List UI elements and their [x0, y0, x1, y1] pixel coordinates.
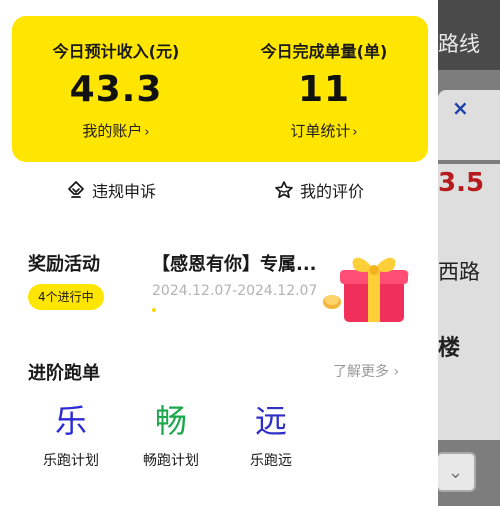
orders-value: 11 — [297, 69, 351, 110]
star-icon — [275, 181, 293, 199]
background-building-name: 楼 — [438, 336, 461, 361]
advanced-plan-changpao[interactable]: 畅 畅跑计划 — [126, 400, 216, 480]
active-count-badge: 4个进行中 — [28, 284, 104, 310]
lepaoyuan-plan-label: 乐跑远 — [250, 453, 292, 469]
background-price: 3.5 — [438, 168, 485, 198]
background-road-name: 西路 — [438, 260, 480, 284]
gift-box-icon — [323, 257, 409, 322]
chevron-right-icon: › — [144, 125, 150, 140]
advanced-plan-lepaoyuan[interactable]: 远 乐跑远 — [226, 400, 316, 480]
advanced-plan-lepao[interactable]: 乐 乐跑计划 — [26, 400, 116, 480]
chevron-down-icon: ⌄ — [448, 462, 464, 483]
activity-name: 【感恩有你】专属... — [152, 254, 317, 275]
carousel-indicator — [152, 308, 156, 312]
background-price-row: 3.5 — [438, 164, 500, 226]
lepao-plan-icon: 乐 — [54, 402, 87, 440]
background-app: 路线 × 3.5 西路 楼 ⌄ — [438, 0, 500, 506]
my-account-label: 我的账户 — [82, 122, 143, 140]
learn-more-link[interactable]: 了解更多 › — [333, 361, 399, 381]
violation-appeal-button[interactable]: 违规申诉 — [66, 178, 156, 202]
violation-appeal-label: 违规申诉 — [92, 182, 157, 201]
lepaoyuan-plan-icon: 远 — [254, 402, 287, 440]
background-building-row: 楼 — [438, 310, 500, 440]
order-stats-link[interactable]: 订单统计 › — [220, 120, 428, 141]
income-label: 今日预计收入(元) — [52, 42, 180, 61]
orders-stat: 今日完成单量(单) 11 订单统计 › — [220, 16, 428, 162]
background-close-icon[interactable]: × — [452, 96, 469, 120]
orders-label: 今日完成单量(单) — [260, 42, 388, 61]
activity-date: 2024.12.07-2024.12.07 — [152, 283, 318, 299]
lepao-plan-label: 乐跑计划 — [43, 453, 99, 469]
order-stats-label: 订单统计 — [290, 122, 351, 140]
quick-actions: 违规申诉 我的评价 — [0, 170, 438, 210]
income-stat: 今日预计收入(元) 43.3 我的账户 › — [12, 16, 220, 162]
my-account-link[interactable]: 我的账户 › — [12, 120, 220, 141]
advanced-section-title: 进阶跑单 — [28, 363, 100, 384]
my-rating-button[interactable]: 我的评价 — [274, 178, 364, 202]
background-card — [438, 90, 500, 160]
side-drawer: 今日预计收入(元) 43.3 我的账户 › 今日完成单量(单) 11 订单统计 › … — [0, 0, 438, 506]
chevron-right-icon: › — [352, 125, 358, 140]
changpao-plan-label: 畅跑计划 — [143, 453, 199, 469]
reward-activities[interactable]: 奖励活动 4个进行中 【感恩有你】专属... 2024.12.07-2024.1… — [0, 228, 438, 328]
reward-section-title: 奖励活动 — [28, 254, 100, 275]
background-top-bar: 路线 — [438, 0, 500, 70]
background-route-label: 路线 — [438, 32, 480, 56]
changpao-plan-icon: 畅 — [154, 402, 187, 440]
appeal-icon — [68, 181, 84, 198]
my-rating-label: 我的评价 — [300, 182, 365, 201]
income-value: 43.3 — [69, 69, 163, 110]
background-address-row: 西路 — [438, 226, 500, 310]
today-stats-card: 今日预计收入(元) 43.3 我的账户 › 今日完成单量(单) 11 订单统计 › — [12, 16, 428, 162]
background-expand-button[interactable]: ⌄ — [438, 452, 476, 492]
